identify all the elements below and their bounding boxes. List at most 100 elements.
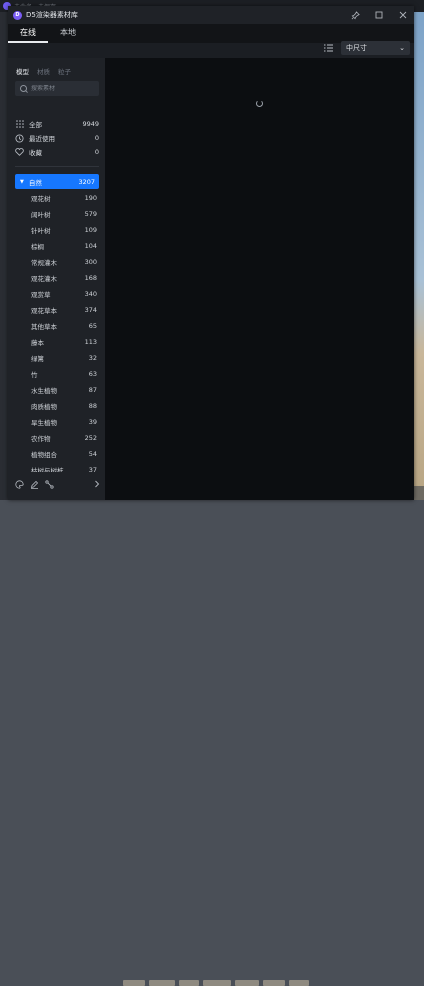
subcategory-count: 340 — [84, 290, 97, 298]
quick-item-count: 0 — [94, 134, 99, 142]
subcategory-item[interactable]: 植物组合 54 — [31, 448, 97, 460]
category-count: 3207 — [78, 177, 95, 186]
quick-item-label: 收藏 — [29, 149, 42, 157]
heart-icon — [15, 148, 24, 157]
caret-down-icon: ▼ — [20, 178, 24, 185]
subcategory-item[interactable]: 观花树 190 — [31, 192, 97, 204]
background-chip — [289, 980, 309, 986]
sidebar-footer — [8, 472, 105, 500]
thumbnail-size-select[interactable]: 中尺寸 ⌄ — [341, 41, 410, 55]
subcategory-count: 104 — [84, 242, 97, 250]
edit-icon[interactable] — [30, 480, 39, 489]
asset-grid-area[interactable] — [105, 58, 414, 500]
subcategory-item[interactable]: 常规灌木 300 — [31, 256, 97, 268]
subcategory-item[interactable]: 旱生植物 39 — [31, 416, 97, 428]
quick-item-recent[interactable]: 最近使用 0 — [15, 131, 99, 145]
background-chip — [203, 980, 231, 986]
subcategory-label: 观花草本 — [31, 307, 57, 315]
search-icon — [20, 85, 27, 92]
search-box — [15, 81, 99, 96]
subcategory-label: 棕榈 — [31, 243, 44, 251]
subcategory-item[interactable]: 棕榈 104 — [31, 240, 97, 252]
subcategory-label: 藤本 — [31, 339, 44, 347]
sidebar: 模型 材质 粒子 全部 9949 最近使用 0 收藏 — [8, 58, 105, 500]
subcategory-count: 88 — [88, 402, 97, 410]
subcategory-label: 水生植物 — [31, 387, 57, 395]
subcategory-count: 32 — [88, 354, 97, 362]
subcategory-item[interactable]: 水生植物 87 — [31, 384, 97, 396]
window-title: D5渲染器素材库 — [26, 11, 78, 19]
subcategory-label: 观赏草 — [31, 291, 51, 299]
background-app-left-panel — [0, 12, 8, 500]
subcategory-count: 113 — [84, 338, 97, 346]
tab-particles[interactable]: 粒子 — [58, 66, 71, 76]
subcategory-label: 观花树 — [31, 195, 51, 203]
quick-item-label: 最近使用 — [29, 135, 55, 143]
subcategory-count: 65 — [88, 322, 97, 330]
subcategory-item[interactable]: 其他草本 65 — [31, 320, 97, 332]
background-chip — [123, 980, 145, 986]
search-input[interactable] — [31, 85, 91, 92]
background-chip — [263, 980, 285, 986]
subcategory-count: 87 — [88, 386, 97, 394]
subcategory-count: 300 — [84, 258, 97, 266]
asset-library-window: D D5渲染器素材库 在线 本地 中尺寸 ⌄ 模型 材质 粒子 搜索素材 全部 … — [8, 6, 414, 500]
subcategory-item[interactable]: 阔叶树 579 — [31, 208, 97, 220]
tab-models[interactable]: 模型 — [16, 66, 29, 76]
subcategory-item[interactable]: 竹 63 — [31, 368, 97, 380]
title-bar[interactable]: D D5渲染器素材库 — [8, 6, 414, 24]
subcategory-count: 109 — [84, 226, 97, 234]
subcategory-label: 其他草本 — [31, 323, 57, 331]
subcategory-count: 39 — [88, 418, 97, 426]
subcategory-item[interactable]: 绿篱 32 — [31, 352, 97, 364]
subcategory-label: 观花灌木 — [31, 275, 57, 283]
loading-spinner-icon — [256, 100, 263, 107]
asset-type-tabs: 模型 材质 粒子 — [16, 66, 71, 76]
category-label: 自然 — [28, 178, 42, 187]
subcategory-item[interactable]: 观赏草 340 — [31, 288, 97, 300]
subcategory-item[interactable]: 针叶树 109 — [31, 224, 97, 236]
subcategory-count: 54 — [88, 450, 97, 458]
grid-icon — [15, 120, 24, 129]
tab-materials[interactable]: 材质 — [37, 66, 50, 76]
pin-icon[interactable] — [350, 10, 360, 20]
link-icon[interactable] — [45, 480, 54, 489]
palette-icon[interactable] — [15, 480, 24, 489]
subcategory-count: 374 — [84, 306, 97, 314]
subcategory-count: 168 — [84, 274, 97, 282]
maximize-icon[interactable] — [374, 10, 384, 20]
chevron-down-icon: ⌄ — [399, 44, 405, 52]
subcategory-label: 绿篱 — [31, 355, 44, 363]
subcategory-label: 竹 — [31, 371, 38, 379]
subcategory-item[interactable]: 观花灌木 168 — [31, 272, 97, 284]
quick-item-all[interactable]: 全部 9949 — [15, 117, 99, 131]
subcategory-count: 190 — [84, 194, 97, 202]
chevron-right-icon[interactable] — [92, 480, 101, 489]
category-nature[interactable]: ▼ 自然 3207 — [15, 174, 99, 189]
list-view-icon[interactable] — [324, 44, 334, 54]
subcategory-label: 阔叶树 — [31, 211, 51, 219]
background-chip — [179, 980, 199, 986]
size-select-value: 中尺寸 — [346, 44, 367, 52]
subcategory-item[interactable]: 观花草本 374 — [31, 304, 97, 316]
clock-icon — [15, 133, 24, 143]
subcategory-item[interactable]: 农作物 252 — [31, 432, 97, 444]
subcategory-item[interactable]: 肉质植物 88 — [31, 400, 97, 412]
subcategory-label: 常规灌木 — [31, 259, 57, 267]
tab-online[interactable]: 在线 — [8, 24, 48, 43]
subcategory-label: 植物组合 — [31, 451, 57, 459]
app-logo-icon: D — [13, 10, 22, 20]
quick-item-label: 全部 — [29, 121, 42, 129]
subcategory-label: 针叶树 — [31, 227, 51, 235]
subcategory-label: 肉质植物 — [31, 403, 57, 411]
background-chip — [149, 980, 175, 986]
subcategory-label: 农作物 — [31, 435, 51, 443]
tab-local[interactable]: 本地 — [48, 24, 88, 43]
quick-item-favorites[interactable]: 收藏 0 — [15, 145, 99, 159]
quick-item-count: 0 — [94, 148, 99, 156]
close-icon[interactable] — [398, 10, 408, 20]
background-chip — [235, 980, 259, 986]
subcategory-count: 579 — [84, 210, 97, 218]
subcategory-count: 63 — [88, 370, 97, 378]
subcategory-item[interactable]: 藤本 113 — [31, 336, 97, 348]
